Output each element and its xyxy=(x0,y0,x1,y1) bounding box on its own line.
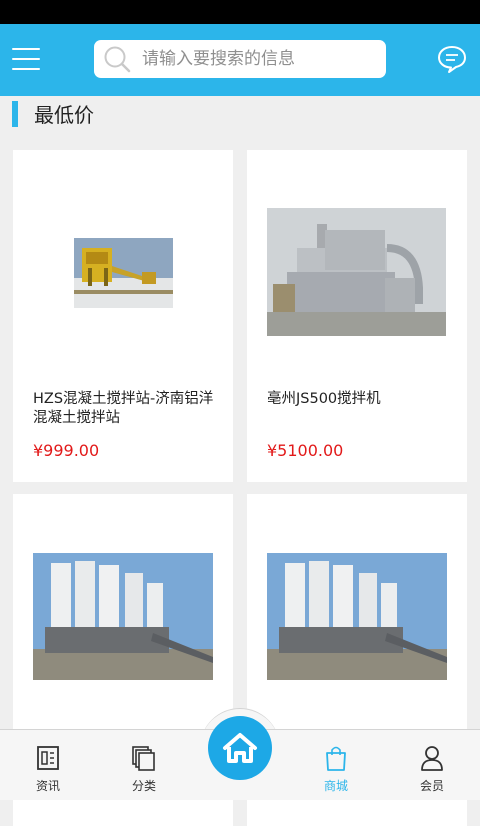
product-price: ¥999.00 xyxy=(33,441,100,460)
shopping-bag-icon xyxy=(326,746,346,771)
tab-label: 会员 xyxy=(419,779,444,793)
member-icon xyxy=(421,746,443,771)
status-bar xyxy=(0,0,480,24)
product-image xyxy=(33,553,213,680)
menu-button[interactable] xyxy=(10,44,42,74)
tab-label: 分类 xyxy=(131,779,156,793)
news-icon xyxy=(37,746,59,770)
app-header xyxy=(0,24,480,96)
search-box[interactable] xyxy=(94,40,386,78)
product-image xyxy=(74,238,173,308)
home-button[interactable] xyxy=(208,716,272,780)
product-card[interactable]: 亳州JS500搅拌机 ¥5100.00 xyxy=(247,150,467,482)
tab-category[interactable]: 分类 xyxy=(96,730,192,801)
tab-label: 资讯 xyxy=(35,779,60,793)
tab-label: 商城 xyxy=(323,779,348,793)
tab-mall[interactable]: 商城 xyxy=(288,730,384,801)
category-icon xyxy=(132,746,155,771)
section-accent-bar xyxy=(12,101,18,127)
silo-plant-photo xyxy=(267,553,447,680)
silo-plant-photo xyxy=(33,553,213,680)
section-title: 最低价 xyxy=(34,103,94,127)
tab-member[interactable]: 会员 xyxy=(384,730,480,801)
concrete-plant-photo xyxy=(74,238,173,308)
home-icon xyxy=(223,733,257,763)
product-card[interactable]: HZS混凝土搅拌站-济南铝洋混凝土搅拌站 ¥999.00 xyxy=(13,150,233,482)
product-name: HZS混凝土搅拌站-济南铝洋混凝土搅拌站 xyxy=(33,391,214,426)
product-image xyxy=(267,553,447,680)
product-image xyxy=(267,208,446,336)
product-price: ¥5100.00 xyxy=(267,441,344,460)
message-icon[interactable] xyxy=(436,44,468,74)
search-icon xyxy=(104,46,131,73)
search-input[interactable] xyxy=(142,40,378,78)
asphalt-plant-photo xyxy=(267,208,446,336)
tab-news[interactable]: 资讯 xyxy=(0,730,96,801)
product-name: 亳州JS500搅拌机 xyxy=(267,391,381,407)
